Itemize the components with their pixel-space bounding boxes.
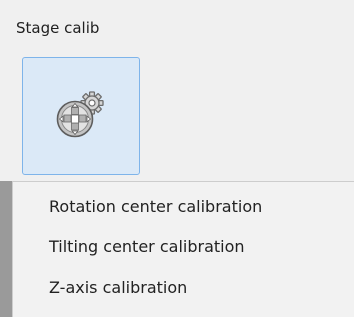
menu-item-rotation-center-calibration[interactable]: Rotation center calibration	[49, 197, 262, 216]
stage-calib-button[interactable]	[22, 57, 140, 175]
menu-item-z-axis-calibration[interactable]: Z-axis calibration	[49, 278, 187, 297]
group-label: Stage calib	[16, 19, 100, 37]
stage-calibration-gear-icon	[56, 91, 104, 138]
menu-item-tilting-center-calibration[interactable]: Tilting center calibration	[49, 237, 245, 256]
calibration-dropdown-menu: Rotation center calibration Tilting cent…	[12, 181, 354, 317]
menu-shadow-strip	[0, 181, 12, 317]
